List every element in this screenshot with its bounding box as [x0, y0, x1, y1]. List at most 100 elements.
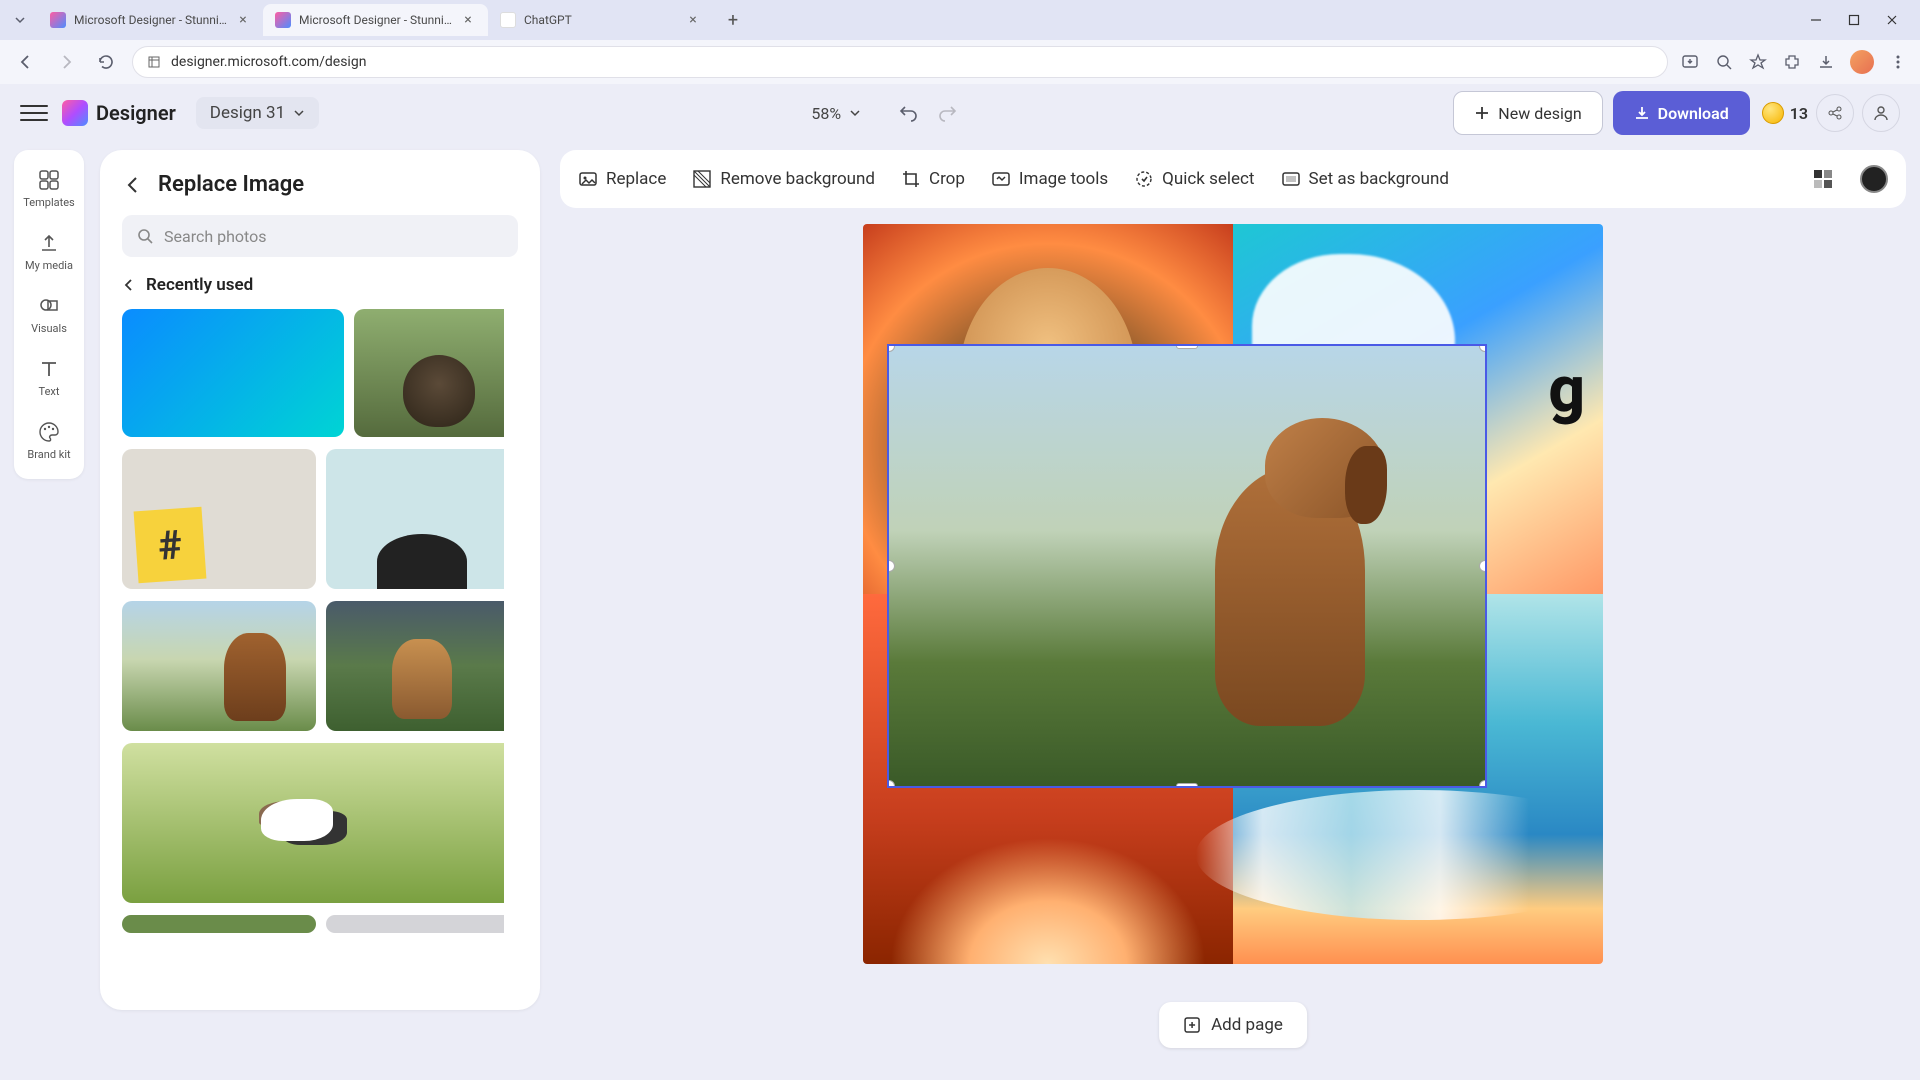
- tab-title: Microsoft Designer - Stunning: [299, 13, 452, 27]
- design-artboard[interactable]: g: [863, 224, 1603, 964]
- designer-logo[interactable]: Designer: [62, 100, 176, 126]
- panel-back-button[interactable]: [122, 174, 144, 196]
- image-tools-button[interactable]: Image tools: [991, 169, 1108, 189]
- browser-tab-strip: Microsoft Designer - Stunning × Microsof…: [0, 0, 1920, 40]
- close-icon[interactable]: ×: [460, 12, 476, 28]
- credits-pill[interactable]: 13: [1762, 102, 1808, 124]
- rail-templates[interactable]: Templates: [23, 168, 74, 209]
- quick-select-label: Quick select: [1162, 169, 1254, 189]
- rail-brand-kit[interactable]: Brand kit: [27, 420, 70, 461]
- extensions-icon[interactable]: [1782, 52, 1802, 72]
- tab-title: ChatGPT: [524, 13, 677, 27]
- photo-thumbnail[interactable]: [326, 601, 504, 731]
- design-name-dropdown[interactable]: Design 31: [196, 97, 319, 129]
- canvas-stage[interactable]: g: [560, 218, 1906, 964]
- photo-thumbnail[interactable]: [326, 449, 504, 589]
- crop-icon: [901, 169, 921, 189]
- photo-grid-scroll[interactable]: [122, 309, 504, 988]
- chevron-left-icon: [122, 278, 136, 292]
- download-button[interactable]: Download: [1613, 91, 1750, 135]
- url-input[interactable]: designer.microsoft.com/design: [132, 46, 1668, 78]
- plus-icon: [1474, 105, 1490, 121]
- set-bg-label: Set as background: [1309, 169, 1449, 189]
- tab-title: Microsoft Designer - Stunning: [74, 13, 227, 27]
- redo-button[interactable]: [933, 99, 961, 127]
- close-icon[interactable]: ×: [235, 12, 251, 28]
- crop-button[interactable]: Crop: [901, 169, 965, 189]
- photo-thumbnail[interactable]: [122, 743, 504, 903]
- browser-tab-active[interactable]: Microsoft Designer - Stunning ×: [263, 4, 488, 36]
- design-name-text: Design 31: [210, 103, 285, 123]
- undo-button[interactable]: [895, 99, 923, 127]
- set-bg-icon: [1281, 169, 1301, 189]
- close-icon[interactable]: ×: [685, 12, 701, 28]
- account-button[interactable]: [1862, 94, 1900, 132]
- photo-thumbnail[interactable]: [122, 601, 316, 731]
- forward-button[interactable]: [52, 48, 80, 76]
- rail-my-media[interactable]: My media: [25, 231, 73, 272]
- zoom-dropdown[interactable]: 58%: [811, 104, 861, 123]
- remove-background-button[interactable]: Remove background: [692, 169, 875, 189]
- coin-icon: [1762, 102, 1784, 124]
- image-tools-icon: [991, 169, 1011, 189]
- photo-thumbnail[interactable]: [122, 309, 344, 437]
- photo-thumbnail[interactable]: [122, 449, 316, 589]
- url-text: designer.microsoft.com/design: [171, 54, 366, 70]
- photo-thumbnail[interactable]: [326, 915, 504, 933]
- image-context-toolbar: Replace Remove background Crop Image too…: [560, 150, 1906, 208]
- resize-handle[interactable]: [887, 344, 895, 352]
- replace-image-panel: Replace Image Search photos Recently use…: [100, 150, 540, 1010]
- rail-label: Templates: [23, 196, 74, 209]
- rail-label: Visuals: [31, 322, 67, 335]
- new-design-label: New design: [1498, 104, 1581, 123]
- replace-label: Replace: [606, 169, 666, 189]
- install-app-icon[interactable]: [1680, 52, 1700, 72]
- search-photos-input[interactable]: Search photos: [122, 215, 518, 257]
- browser-tab[interactable]: Microsoft Designer - Stunning ×: [38, 4, 263, 36]
- more-styles-button[interactable]: [1812, 168, 1834, 190]
- resize-handle[interactable]: [1176, 783, 1198, 788]
- share-button[interactable]: [1816, 94, 1854, 132]
- tab-search-dropdown[interactable]: [8, 8, 32, 32]
- minimize-button[interactable]: [1806, 10, 1826, 30]
- resize-handle[interactable]: [1479, 780, 1487, 788]
- resize-handle[interactable]: [1176, 344, 1198, 349]
- new-design-button[interactable]: New design: [1453, 91, 1602, 135]
- resize-handle[interactable]: [887, 560, 895, 572]
- downloads-icon[interactable]: [1816, 52, 1836, 72]
- color-swatch[interactable]: [1860, 165, 1888, 193]
- photo-thumbnail[interactable]: [354, 309, 504, 437]
- quick-select-button[interactable]: Quick select: [1134, 169, 1254, 189]
- zoom-icon[interactable]: [1714, 52, 1734, 72]
- search-icon: [136, 227, 154, 245]
- panel-title: Replace Image: [158, 172, 304, 197]
- resize-handle[interactable]: [1479, 344, 1487, 352]
- chevron-down-icon: [849, 107, 861, 119]
- resize-handle[interactable]: [887, 780, 895, 788]
- rail-label: My media: [25, 259, 73, 272]
- add-page-button[interactable]: Add page: [1159, 1002, 1307, 1048]
- address-bar: designer.microsoft.com/design: [0, 40, 1920, 84]
- close-window-button[interactable]: [1882, 10, 1902, 30]
- profile-avatar[interactable]: [1850, 50, 1874, 74]
- search-placeholder: Search photos: [164, 227, 267, 246]
- brand-name: Designer: [96, 101, 176, 125]
- photo-thumbnail[interactable]: [122, 915, 316, 933]
- visuals-icon: [37, 294, 61, 318]
- hamburger-menu[interactable]: [20, 99, 48, 127]
- bookmark-icon[interactable]: [1748, 52, 1768, 72]
- browser-tab[interactable]: ChatGPT ×: [488, 4, 713, 36]
- reload-button[interactable]: [92, 48, 120, 76]
- maximize-button[interactable]: [1844, 10, 1864, 30]
- back-button[interactable]: [12, 48, 40, 76]
- menu-icon[interactable]: [1888, 52, 1908, 72]
- new-tab-button[interactable]: +: [719, 6, 747, 34]
- set-as-background-button[interactable]: Set as background: [1281, 169, 1449, 189]
- selected-image[interactable]: [887, 344, 1487, 788]
- resize-handle[interactable]: [1479, 560, 1487, 572]
- replace-button[interactable]: Replace: [578, 169, 666, 189]
- rail-visuals[interactable]: Visuals: [31, 294, 67, 335]
- recently-used-header[interactable]: Recently used: [122, 275, 518, 295]
- favicon-icon: [275, 12, 291, 28]
- rail-text[interactable]: Text: [37, 357, 61, 398]
